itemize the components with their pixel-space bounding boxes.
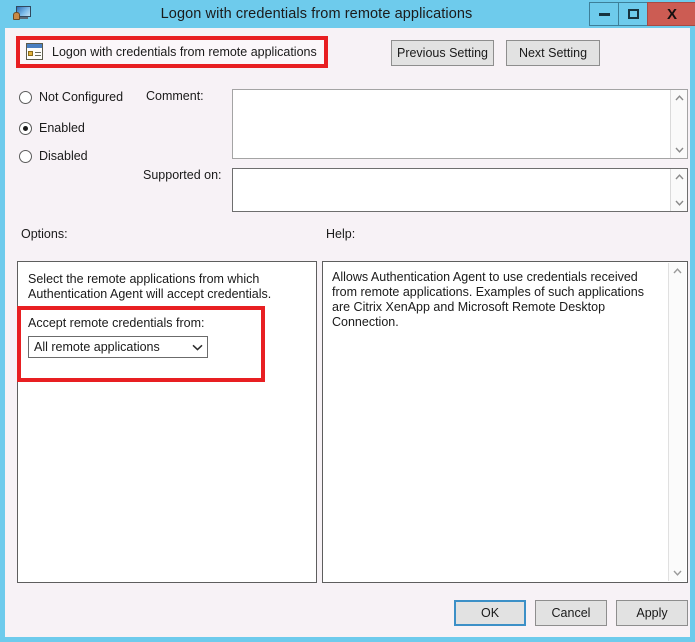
next-setting-button[interactable]: Next Setting bbox=[506, 40, 600, 66]
help-section-label: Help: bbox=[326, 227, 356, 241]
comment-label: Comment: bbox=[146, 89, 204, 103]
radio-not-configured-label: Not Configured bbox=[39, 90, 124, 104]
ok-button[interactable]: OK bbox=[454, 600, 526, 626]
supported-on-input[interactable] bbox=[232, 168, 688, 212]
help-panel: Allows Authentication Agent to use crede… bbox=[322, 261, 688, 583]
chevron-down-icon bbox=[187, 344, 207, 351]
setting-name-highlight: Logon with credentials from remote appli… bbox=[16, 36, 328, 68]
minimize-icon bbox=[598, 12, 610, 16]
maximize-button[interactable] bbox=[618, 2, 648, 26]
radio-not-configured-indicator bbox=[19, 90, 32, 104]
computer-monitor-icon bbox=[13, 5, 33, 23]
scroll-down-icon[interactable] bbox=[669, 565, 686, 581]
accept-remote-credentials-label: Accept remote credentials from: bbox=[28, 316, 205, 330]
options-section-label: Options: bbox=[21, 227, 68, 241]
cancel-button[interactable]: Cancel bbox=[535, 600, 607, 626]
policy-setting-icon bbox=[26, 43, 44, 61]
close-icon: X bbox=[666, 5, 677, 23]
radio-disabled-indicator bbox=[19, 149, 32, 163]
comment-scrollbar[interactable] bbox=[670, 90, 687, 158]
previous-setting-button[interactable]: Previous Setting bbox=[391, 40, 494, 66]
help-scrollbar[interactable] bbox=[668, 263, 686, 581]
radio-enabled-label: Enabled bbox=[39, 121, 85, 135]
radio-not-configured[interactable]: Not Configured bbox=[19, 90, 123, 104]
dropdown-selected-value: All remote applications bbox=[34, 340, 160, 354]
accept-remote-credentials-dropdown[interactable]: All remote applications bbox=[28, 336, 208, 358]
help-text: Allows Authentication Agent to use crede… bbox=[332, 270, 644, 329]
close-button[interactable]: X bbox=[647, 2, 695, 26]
radio-enabled-indicator bbox=[19, 121, 32, 135]
scroll-down-icon[interactable] bbox=[671, 195, 688, 211]
comment-input[interactable] bbox=[232, 89, 688, 159]
options-description: Select the remote applications from whic… bbox=[28, 272, 272, 301]
scroll-down-icon[interactable] bbox=[671, 142, 688, 158]
radio-enabled[interactable]: Enabled bbox=[19, 121, 85, 135]
minimize-button[interactable] bbox=[589, 2, 619, 26]
scroll-up-icon[interactable] bbox=[669, 263, 686, 279]
setting-name-label: Logon with credentials from remote appli… bbox=[52, 45, 317, 59]
scroll-up-icon[interactable] bbox=[671, 90, 688, 106]
scroll-up-icon[interactable] bbox=[671, 169, 688, 185]
options-panel: Select the remote applications from whic… bbox=[17, 261, 317, 583]
radio-disabled[interactable]: Disabled bbox=[19, 149, 88, 163]
supported-on-label: Supported on: bbox=[143, 168, 222, 182]
setting-header-row: Logon with credentials from remote appli… bbox=[10, 28, 695, 76]
apply-button[interactable]: Apply bbox=[616, 600, 688, 626]
window-controls: X bbox=[589, 2, 695, 26]
supported-on-scrollbar[interactable] bbox=[670, 169, 687, 211]
maximize-icon bbox=[627, 9, 639, 19]
title-bar: Logon with credentials from remote appli… bbox=[5, 0, 695, 28]
policy-setting-dialog: Logon with credentials from remote appli… bbox=[0, 0, 695, 642]
radio-disabled-label: Disabled bbox=[39, 149, 88, 163]
